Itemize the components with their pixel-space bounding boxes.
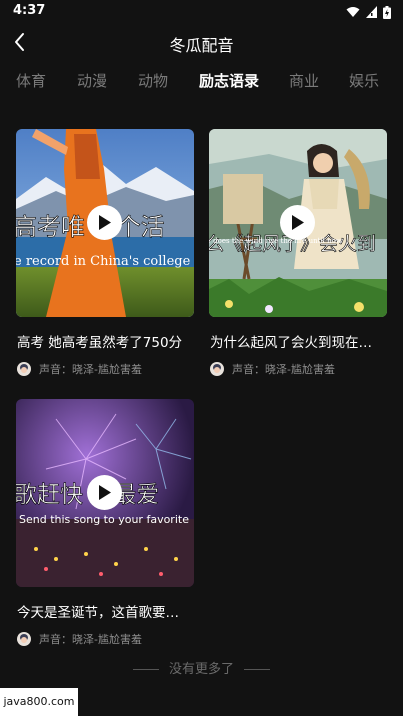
video-thumbnail[interactable]: 歌赶快 给最爱 Send this song to your favorite [16, 399, 194, 587]
play-button[interactable] [280, 205, 315, 240]
avatar [210, 362, 224, 376]
play-button[interactable] [87, 475, 122, 510]
avatar [17, 362, 31, 376]
thumbnail-caption-en: e record in China's college [16, 254, 191, 269]
signal-icon [366, 6, 377, 18]
watermark: java800.com [0, 688, 78, 716]
no-more-label: 没有更多了 [168, 662, 234, 677]
tab-animals[interactable]: 动物 [138, 70, 168, 91]
voice-label: 声音：晓泽-尴尬害羞 [232, 363, 335, 376]
thumbnail-caption-en: y does the wind rise the fire until now [209, 237, 342, 245]
play-icon [99, 215, 111, 230]
status-bar: 4:37 [0, 0, 403, 24]
wifi-icon [346, 7, 360, 17]
video-title[interactable]: 今天是圣诞节，这首歌要… [17, 601, 193, 621]
avatar [17, 632, 31, 646]
video-title[interactable]: 高考 她高考虽然考了750分 [17, 331, 193, 351]
status-time: 4:37 [13, 3, 46, 18]
play-icon [99, 485, 111, 500]
video-thumbnail[interactable]: 高考唯 一个活 e record in China's college [16, 129, 194, 317]
voice-info: 声音：晓泽-尴尬害羞 [17, 631, 142, 647]
tab-business[interactable]: 商业 [289, 70, 319, 91]
video-card[interactable]: 么《起风了》会火到 y does the wind rise the fire … [209, 129, 387, 379]
tab-anime[interactable]: 动漫 [77, 70, 107, 91]
list-end-indicator: 没有更多了 [0, 658, 403, 677]
voice-info: 声音：晓泽-尴尬害羞 [17, 361, 142, 377]
tab-inspirational-quotes[interactable]: 励志语录 [199, 70, 259, 91]
video-card[interactable]: 高考唯 一个活 e record in China's college 高考 她… [16, 129, 194, 379]
divider [244, 669, 270, 670]
play-button[interactable] [87, 205, 122, 240]
status-icons [346, 5, 391, 19]
category-tabs: 体育 动漫 动物 励志语录 商业 娱乐 [0, 70, 403, 96]
tab-entertainment[interactable]: 娱乐 [349, 70, 379, 91]
battery-icon [383, 5, 391, 19]
voice-info: 声音：晓泽-尴尬害羞 [210, 361, 335, 377]
page-title: 冬瓜配音 [169, 36, 234, 55]
nav-bar: 冬瓜配音 [0, 24, 403, 60]
divider [132, 669, 159, 670]
video-thumbnail[interactable]: 么《起风了》会火到 y does the wind rise the fire … [209, 129, 387, 317]
video-card[interactable]: 歌赶快 给最爱 Send this song to your favorite … [16, 399, 194, 649]
play-icon [292, 215, 304, 230]
voice-label: 声音：晓泽-尴尬害羞 [39, 633, 142, 646]
thumbnail-caption-en: Send this song to your favorite [19, 513, 189, 526]
video-title[interactable]: 为什么起风了会火到现在… [210, 331, 386, 351]
voice-label: 声音：晓泽-尴尬害羞 [39, 363, 142, 376]
tab-sports[interactable]: 体育 [16, 70, 46, 91]
